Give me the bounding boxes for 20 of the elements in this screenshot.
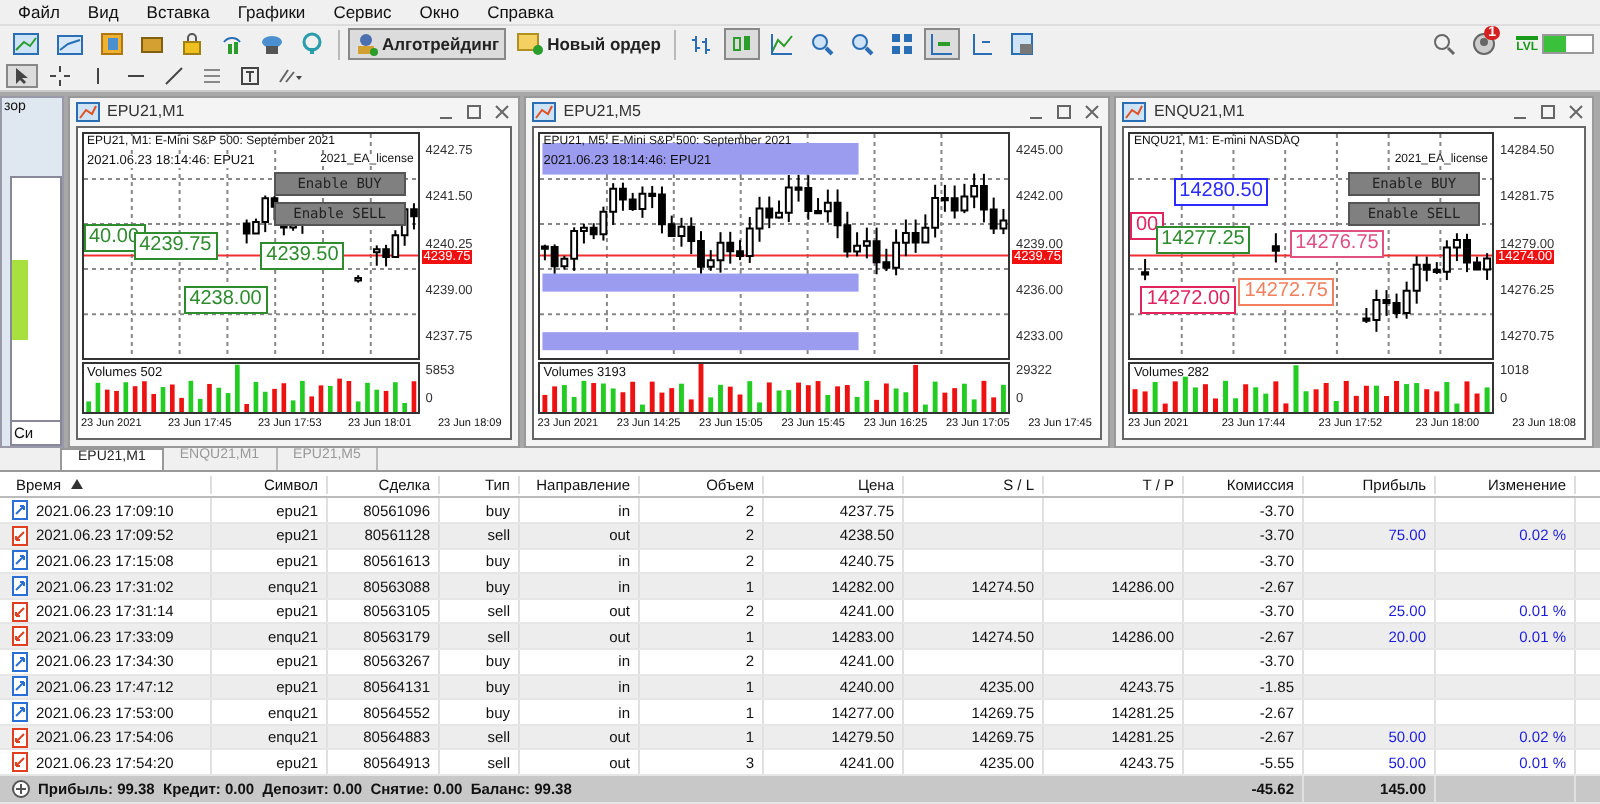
toolbar-button[interactable]: Новый ордер bbox=[509, 28, 667, 61]
price-label: 14277.25 bbox=[1155, 226, 1251, 255]
price-label: 4239.50 bbox=[260, 241, 345, 270]
menu-item[interactable]: Вид bbox=[73, 1, 133, 22]
window-title: EPU21,M5 bbox=[563, 102, 641, 121]
toolbar-button[interactable]: Алготрейдинг bbox=[348, 28, 506, 61]
price-label: 4239.75 bbox=[133, 232, 218, 261]
menu-item[interactable]: Файл bbox=[4, 1, 74, 22]
menu-item[interactable]: Окно bbox=[405, 1, 474, 22]
menu-item[interactable]: Справка bbox=[473, 1, 568, 22]
price-label: 14280.50 bbox=[1173, 178, 1269, 207]
price-label: 14272.75 bbox=[1238, 277, 1334, 306]
menu-item[interactable]: Вставка bbox=[132, 1, 224, 22]
price-label: 14272.00 bbox=[1140, 286, 1237, 315]
menu-item[interactable]: Графики bbox=[223, 1, 320, 22]
menu-item[interactable]: Сервис bbox=[319, 1, 406, 22]
price-label: 14276.75 bbox=[1289, 230, 1385, 259]
window-title: ENQU21,M1 bbox=[1153, 102, 1245, 121]
price-label: 4238.00 bbox=[183, 286, 268, 315]
window-title: EPU21,M1 bbox=[107, 102, 185, 121]
